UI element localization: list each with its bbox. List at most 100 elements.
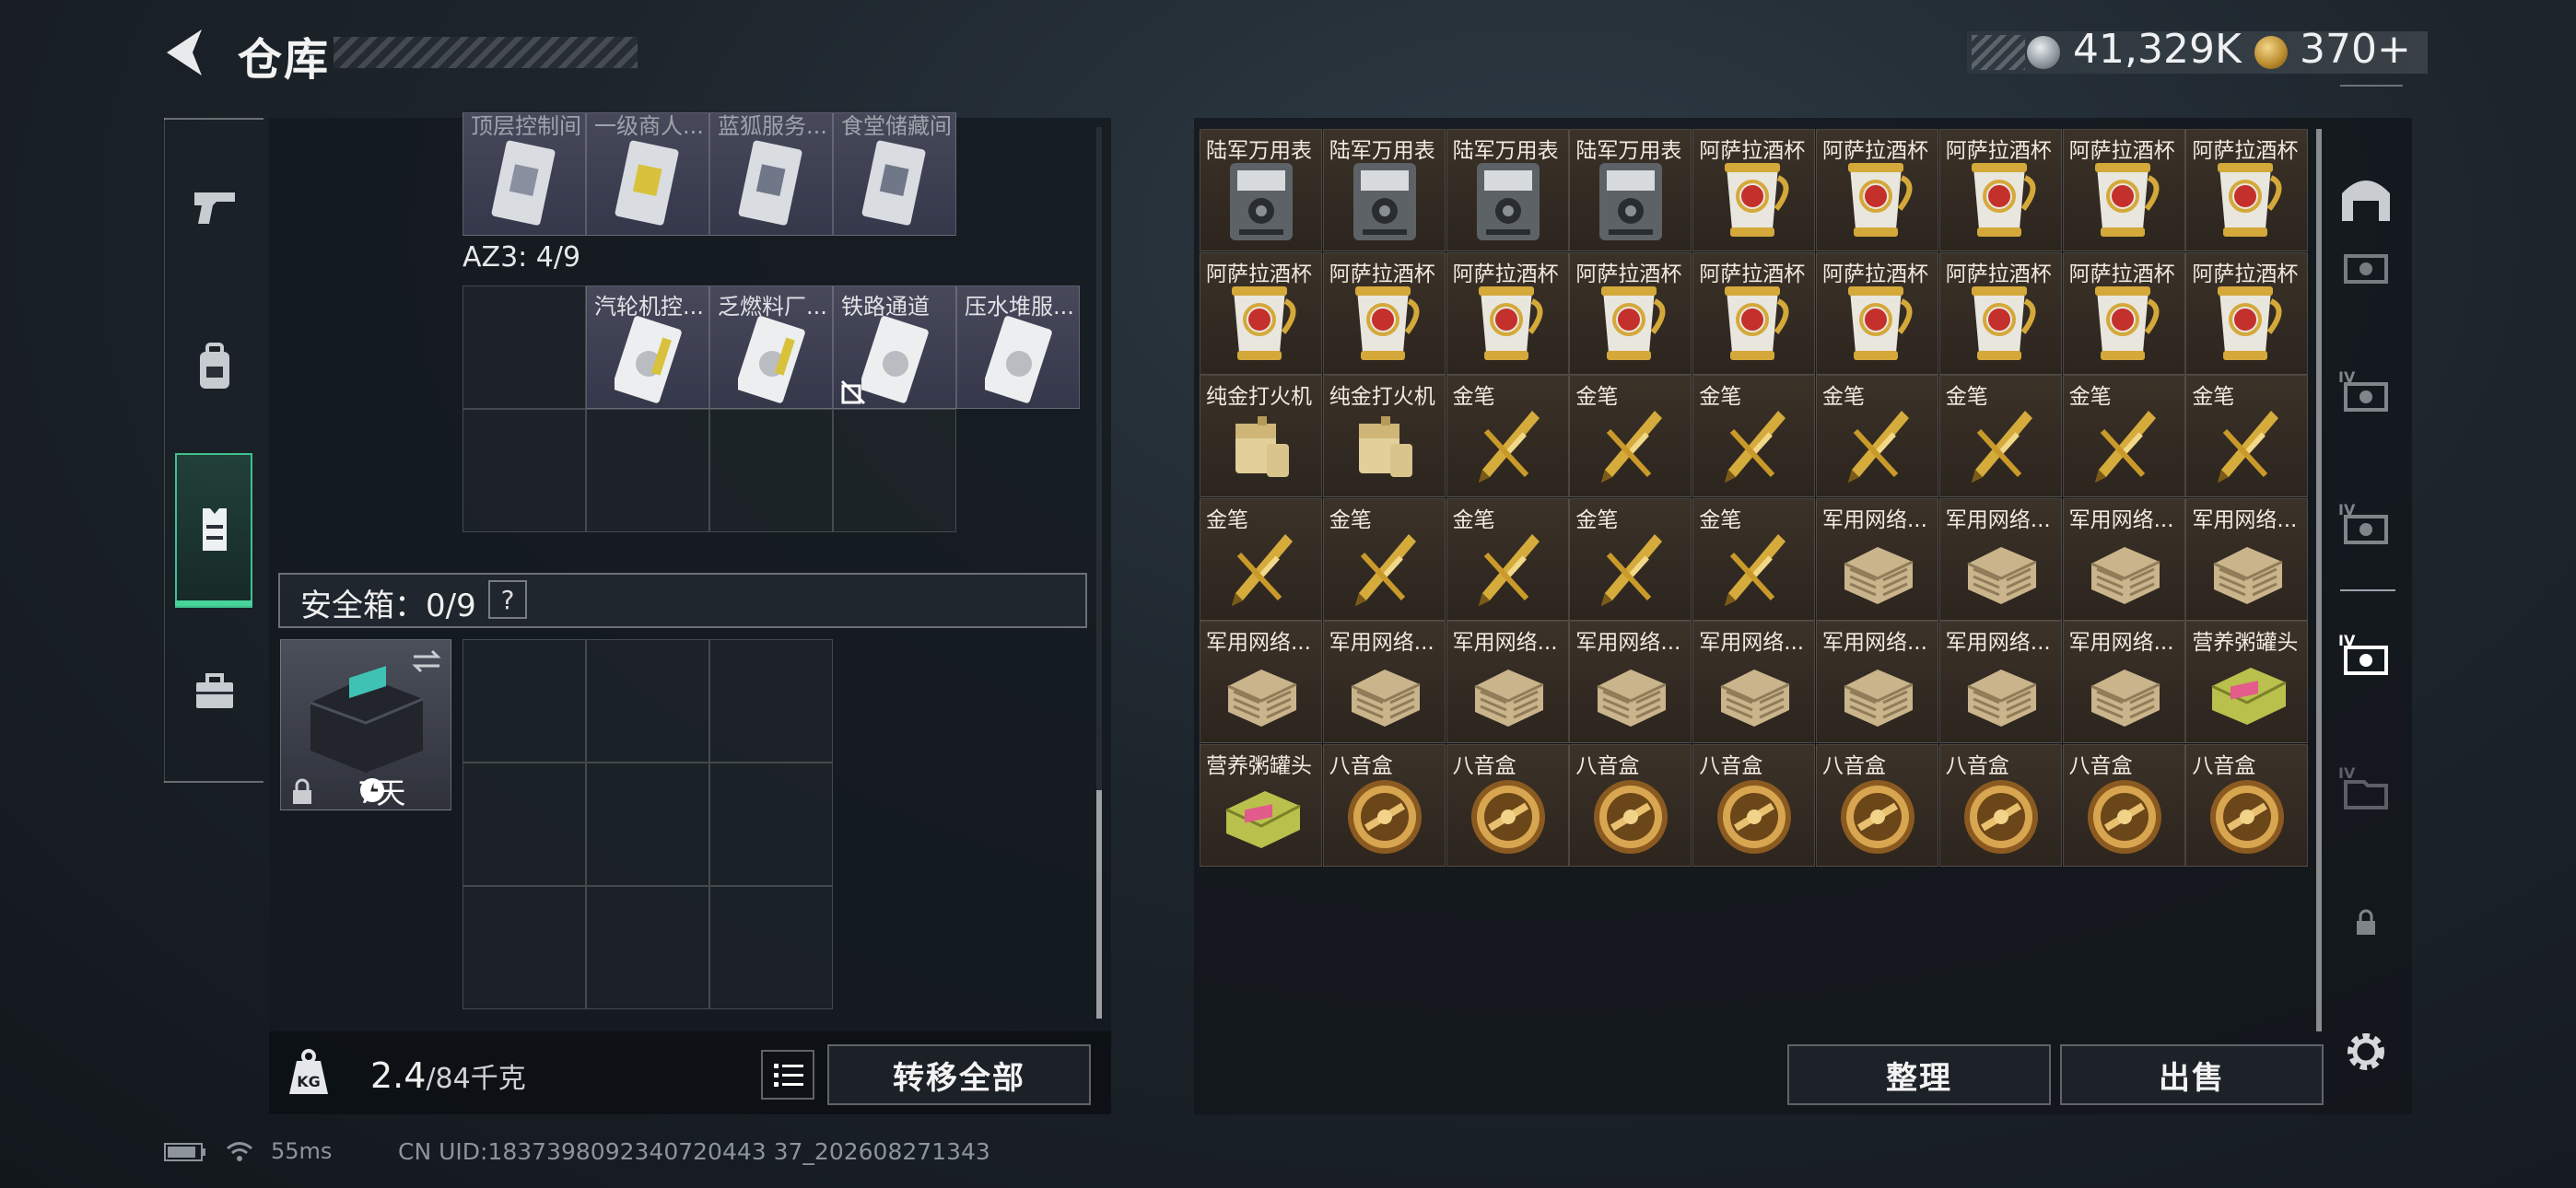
inventory-item-router[interactable]: 军用网络... — [1692, 621, 1816, 744]
nav-backpack[interactable] — [175, 328, 254, 407]
inventory-item-router[interactable]: 军用网络... — [2062, 497, 2185, 621]
inventory-item-pen[interactable]: 金笔 — [1569, 497, 1692, 621]
keycard-slot[interactable]: 蓝狐服务... — [709, 112, 833, 236]
inventory-item-cup[interactable]: 阿萨拉酒杯 — [1200, 251, 1322, 375]
inventory-item-can[interactable]: 营养粥罐头 — [2185, 621, 2309, 744]
inventory-item-cup[interactable]: 阿萨拉酒杯 — [1692, 129, 1816, 251]
list-view-button[interactable] — [761, 1050, 814, 1100]
empty-slot[interactable] — [463, 639, 586, 763]
empty-slot[interactable] — [833, 409, 956, 532]
inventory-item-multimeter[interactable]: 陆军万用表 — [1322, 129, 1446, 251]
inventory-item-pen[interactable]: 金笔 — [1200, 497, 1322, 621]
rail-tab-1[interactable] — [2336, 239, 2395, 298]
empty-slot[interactable] — [709, 886, 833, 1009]
sell-button[interactable]: 出售 — [2060, 1044, 2324, 1105]
inventory-item-cup[interactable]: 阿萨拉酒杯 — [1569, 251, 1692, 375]
inventory-item-can[interactable]: 营养粥罐头 — [1200, 744, 1322, 867]
empty-slot[interactable] — [586, 763, 709, 886]
empty-slot[interactable] — [709, 639, 833, 763]
inventory-item-pen[interactable]: 金笔 — [2062, 375, 2185, 498]
inventory-item-musicbox[interactable]: 八音盒 — [1569, 744, 1692, 867]
keycard-slot[interactable]: 铁路通道 — [833, 285, 956, 409]
inventory-item-router[interactable]: 军用网络... — [1938, 497, 2062, 621]
inventory-item-multimeter[interactable]: 陆军万用表 — [1446, 129, 1569, 251]
inventory-item-lighter[interactable]: 纯金打火机 — [1322, 375, 1446, 498]
keycard-slot[interactable]: 压水堆服... — [956, 285, 1080, 409]
inventory-item-pen[interactable]: 金笔 — [1322, 497, 1446, 621]
inventory-item-router[interactable]: 军用网络... — [1322, 621, 1446, 744]
inventory-item-cup[interactable]: 阿萨拉酒杯 — [1816, 129, 1938, 251]
inventory-item-pen[interactable]: 金笔 — [1446, 497, 1569, 621]
inventory-item-musicbox[interactable]: 八音盒 — [1938, 744, 2062, 867]
empty-slot[interactable] — [586, 409, 709, 532]
back-arrow-icon[interactable] — [161, 26, 209, 79]
empty-slot[interactable] — [586, 639, 709, 763]
inventory-item-router[interactable]: 军用网络... — [1816, 621, 1938, 744]
inventory-item-cup[interactable]: 阿萨拉酒杯 — [1938, 129, 2062, 251]
container-scroll-thumb[interactable] — [1096, 790, 1102, 1019]
settings-button[interactable] — [2336, 1022, 2395, 1081]
inventory-item-pen[interactable]: 金笔 — [2185, 375, 2309, 498]
inventory-item-cup[interactable]: 阿萨拉酒杯 — [1938, 251, 2062, 375]
help-icon[interactable]: ? — [488, 580, 527, 619]
inventory-item-musicbox[interactable]: 八音盒 — [2062, 744, 2185, 867]
inventory-item-multimeter[interactable]: 陆军万用表 — [1569, 129, 1692, 251]
inventory-item-pen[interactable]: 金笔 — [1446, 375, 1569, 498]
rail-tab-4-active[interactable]: IV — [2336, 624, 2395, 683]
inventory-item-musicbox[interactable]: 八音盒 — [1816, 744, 1938, 867]
empty-slot[interactable] — [463, 886, 586, 1009]
inventory-item-cup[interactable]: 阿萨拉酒杯 — [1692, 251, 1816, 375]
inventory-item-multimeter[interactable]: 陆军万用表 — [1200, 129, 1322, 251]
inventory-item-router[interactable]: 军用网络... — [1816, 497, 1938, 621]
sort-button[interactable]: 整理 — [1787, 1044, 2051, 1105]
inventory-item-pen[interactable]: 金笔 — [1692, 375, 1816, 498]
inventory-item-pen[interactable]: 金笔 — [1816, 375, 1938, 498]
rail-tab-5[interactable]: IV — [2336, 757, 2395, 816]
inventory-item-router[interactable]: 军用网络... — [1938, 621, 2062, 744]
keycard-slot[interactable]: 乏燃料厂... — [709, 285, 833, 409]
keycard-slot[interactable]: 一级商人... — [586, 112, 709, 236]
silver-amount[interactable]: 41,329K — [2073, 26, 2242, 73]
inventory-item-cup[interactable]: 阿萨拉酒杯 — [1446, 251, 1569, 375]
inventory-item-router[interactable]: 军用网络... — [2062, 621, 2185, 744]
inventory-item-cup[interactable]: 阿萨拉酒杯 — [1816, 251, 1938, 375]
inventory-item-router[interactable]: 军用网络... — [2185, 497, 2309, 621]
empty-slot[interactable] — [586, 886, 709, 1009]
inventory-scrollbar[interactable] — [2316, 129, 2322, 1031]
keycard-slot[interactable]: 顶层控制间 — [463, 112, 586, 236]
inventory-item-cup[interactable]: 阿萨拉酒杯 — [2185, 251, 2309, 375]
empty-slot[interactable] — [463, 285, 586, 409]
inventory-item-musicbox[interactable]: 八音盒 — [1692, 744, 1816, 867]
inventory-item-musicbox[interactable]: 八音盒 — [2185, 744, 2309, 867]
rail-warehouse-tab[interactable] — [2336, 169, 2395, 228]
inventory-item-router[interactable]: 军用网络... — [1569, 621, 1692, 744]
gold-amount[interactable]: 370+ — [2300, 26, 2411, 73]
keycard-slot[interactable]: 食堂储藏间 — [833, 112, 956, 236]
multimeter-icon — [1599, 163, 1663, 240]
inventory-item-cup[interactable]: 阿萨拉酒杯 — [1322, 251, 1446, 375]
inventory-item-pen[interactable]: 金笔 — [1938, 375, 2062, 498]
inventory-item-musicbox[interactable]: 八音盒 — [1322, 744, 1446, 867]
inventory-item-pen[interactable]: 金笔 — [1692, 497, 1816, 621]
empty-slot[interactable] — [463, 409, 586, 532]
inventory-item-cup[interactable]: 阿萨拉酒杯 — [2185, 129, 2309, 251]
keycard-slot[interactable]: 汽轮机控... — [586, 285, 709, 409]
tier4-case-icon: IV — [2338, 501, 2388, 544]
empty-slot[interactable] — [709, 409, 833, 532]
inventory-item-router[interactable]: 军用网络... — [1446, 621, 1569, 744]
inventory-item-cup[interactable]: 阿萨拉酒杯 — [2062, 129, 2185, 251]
inventory-item-router[interactable]: 军用网络... — [1200, 621, 1322, 744]
inventory-item-musicbox[interactable]: 八音盒 — [1446, 744, 1569, 867]
rail-locked-tab[interactable] — [2336, 893, 2395, 952]
rail-tab-2[interactable]: IV — [2336, 361, 2395, 420]
rail-tab-3[interactable]: IV — [2336, 494, 2395, 553]
empty-slot[interactable] — [709, 763, 833, 886]
empty-slot[interactable] — [463, 763, 586, 886]
nav-vest[interactable] — [175, 490, 254, 569]
transfer-all-button[interactable]: 转移全部 — [827, 1044, 1091, 1105]
inventory-item-cup[interactable]: 阿萨拉酒杯 — [2062, 251, 2185, 375]
nav-weapons[interactable] — [175, 168, 254, 247]
inventory-item-pen[interactable]: 金笔 — [1569, 375, 1692, 498]
inventory-item-lighter[interactable]: 纯金打火机 — [1200, 375, 1322, 498]
nav-case[interactable] — [175, 652, 254, 731]
